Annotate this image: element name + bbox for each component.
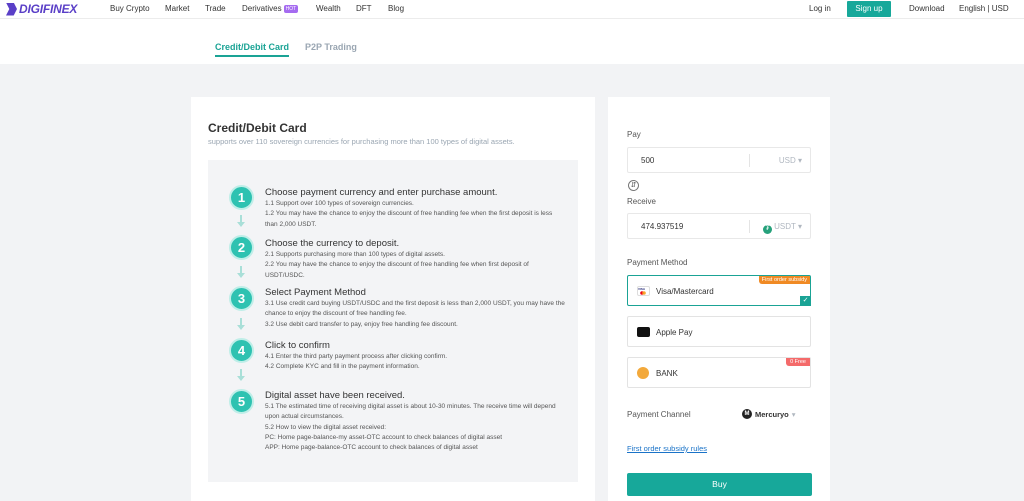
buy-button[interactable]: Buy bbox=[627, 473, 812, 496]
pay-field[interactable]: 500 USD ▾ bbox=[627, 147, 811, 173]
step-4-title: Click to confirm bbox=[265, 340, 330, 351]
visa-mastercard-icon: VISA bbox=[637, 286, 650, 296]
payment-method-apple-pay[interactable]: Apple Pay bbox=[627, 316, 811, 347]
nav-derivatives-label: Derivatives bbox=[242, 4, 282, 13]
steps-panel: 1 Choose payment currency and enter purc… bbox=[208, 160, 578, 482]
step-2-desc-line: 2.1 Supports purchasing more than 100 ty… bbox=[265, 251, 445, 258]
payment-channel-select[interactable]: M Mercuryo ▾ bbox=[742, 409, 796, 419]
step-1-desc: 1.1 Support over 100 types of sovereign … bbox=[265, 199, 565, 230]
first-order-subsidy-badge: First order subsidy bbox=[758, 276, 810, 284]
payment-method-label: Payment Method bbox=[627, 258, 688, 267]
step-1-desc-line: 1.1 Support over 100 types of sovereign … bbox=[265, 200, 414, 207]
hot-badge: HOT bbox=[283, 4, 299, 13]
step-4-number: 4 bbox=[229, 338, 254, 363]
tab-p2p-trading[interactable]: P2P Trading bbox=[305, 42, 357, 52]
chevron-down-icon: ▾ bbox=[791, 409, 796, 419]
step-1-desc-line: 1.2 You may have the chance to enjoy the… bbox=[265, 210, 553, 228]
payment-method-name: Apple Pay bbox=[656, 328, 693, 337]
nav-trade[interactable]: Trade bbox=[205, 4, 226, 13]
logo-icon bbox=[6, 2, 17, 16]
step-5-desc-line: APP: Home page-balance-OTC account to ch… bbox=[265, 444, 478, 452]
step-3-desc-line: 3.1 Use credit card buying USDT/USDC and… bbox=[265, 300, 565, 318]
step-5-title: Digital asset have been received. bbox=[265, 390, 405, 401]
swap-icon[interactable]: ⇵ bbox=[628, 180, 639, 191]
usdt-icon: ₮ bbox=[763, 225, 773, 234]
step-3-number: 3 bbox=[229, 286, 254, 311]
step-3-desc-line: 3.2 Use debit card transfer to pay, enjo… bbox=[265, 320, 458, 328]
step-4-desc: 4.1 Enter the third party payment proces… bbox=[265, 352, 565, 373]
step-5-desc-line: 5.2 How to view the digital asset receiv… bbox=[265, 423, 387, 431]
payment-method-name: BANK bbox=[656, 369, 678, 378]
info-title: Credit/Debit Card bbox=[208, 121, 307, 135]
download-link[interactable]: Download bbox=[909, 4, 945, 13]
arrow-down-icon bbox=[237, 266, 246, 280]
pay-label: Pay bbox=[627, 130, 641, 139]
zero-fee-badge: 0 Free bbox=[786, 358, 810, 366]
payment-channel-value: Mercuryo bbox=[755, 409, 789, 419]
pay-amount-input[interactable]: 500 bbox=[641, 156, 654, 165]
step-2-desc: 2.1 Supports purchasing more than 100 ty… bbox=[265, 250, 565, 281]
nav-buy-crypto[interactable]: Buy Crypto bbox=[110, 4, 150, 13]
step-2-desc-line: 2.2 You may have the chance to enjoy the… bbox=[265, 261, 529, 279]
nav-wealth[interactable]: Wealth bbox=[316, 4, 341, 13]
tab-credit-debit-card[interactable]: Credit/Debit Card bbox=[215, 42, 290, 57]
info-card: Credit/Debit Card supports over 110 sove… bbox=[191, 97, 595, 501]
step-2-number: 2 bbox=[229, 235, 254, 260]
step-1-title: Choose payment currency and enter purcha… bbox=[265, 187, 498, 198]
field-divider bbox=[749, 154, 750, 167]
chevron-down-icon: ▾ bbox=[797, 156, 802, 165]
arrow-down-icon bbox=[237, 215, 246, 229]
top-nav: DIGIFINEX Buy Crypto Market Trade Deriva… bbox=[0, 0, 1024, 19]
nav-dft[interactable]: DFT bbox=[356, 4, 372, 13]
payment-method-bank[interactable]: BANK 0 Free bbox=[627, 357, 811, 388]
logo-text: DIGIFINEX bbox=[19, 2, 78, 16]
pay-currency-select[interactable]: USD ▾ bbox=[779, 156, 802, 165]
step-4-desc-line: 4.1 Enter the third party payment proces… bbox=[265, 353, 448, 360]
pay-currency-label: USD bbox=[778, 156, 796, 165]
step-2-title: Choose the currency to deposit. bbox=[265, 238, 400, 249]
payment-channel-label: Payment Channel bbox=[627, 410, 691, 419]
step-1-number: 1 bbox=[229, 185, 254, 210]
bank-icon bbox=[637, 367, 649, 379]
step-3-desc: 3.1 Use credit card buying USDT/USDC and… bbox=[265, 299, 565, 330]
language-currency-selector[interactable]: English | USD bbox=[959, 4, 1009, 13]
nav-blog[interactable]: Blog bbox=[388, 4, 404, 13]
receive-currency-label: USDT bbox=[774, 222, 796, 231]
digifinex-logo[interactable]: DIGIFINEX bbox=[6, 2, 77, 16]
first-order-subsidy-rules-link[interactable]: First order subsidy rules bbox=[627, 444, 707, 453]
checkmark-icon: ✓ bbox=[800, 296, 811, 306]
step-3-title: Select Payment Method bbox=[265, 287, 366, 298]
receive-label: Receive bbox=[627, 197, 656, 206]
nav-market[interactable]: Market bbox=[165, 4, 189, 13]
arrow-down-icon bbox=[237, 369, 246, 383]
apple-pay-icon bbox=[637, 327, 650, 337]
svg-text:VISA: VISA bbox=[638, 287, 646, 291]
mercuryo-logo-icon: M bbox=[742, 409, 752, 419]
receive-field[interactable]: 474.937519 ₮ USDT ▾ bbox=[627, 213, 811, 239]
info-subtitle: supports over 110 sovereign currencies f… bbox=[208, 137, 515, 146]
step-5-desc-line: 5.1 The estimated time of receiving digi… bbox=[265, 403, 556, 421]
receive-amount-input[interactable]: 474.937519 bbox=[641, 222, 683, 231]
sub-nav bbox=[0, 19, 1024, 64]
payment-method-name: Visa/Mastercard bbox=[656, 287, 714, 296]
nav-derivatives[interactable]: Derivatives HOT bbox=[242, 4, 299, 13]
purchase-form: Pay 500 USD ▾ ⇵ Receive 474.937519 ₮ USDT… bbox=[608, 97, 830, 501]
login-link[interactable]: Log in bbox=[809, 4, 831, 13]
receive-currency-select[interactable]: ₮ USDT ▾ bbox=[763, 222, 802, 234]
payment-method-visa-mastercard[interactable]: VISA Visa/Mastercard First order subsidy… bbox=[627, 275, 811, 306]
step-5-number: 5 bbox=[229, 389, 254, 414]
field-divider bbox=[749, 220, 750, 233]
step-5-desc: 5.1 The estimated time of receiving digi… bbox=[265, 402, 565, 453]
chevron-down-icon: ▾ bbox=[797, 222, 802, 231]
step-5-desc-line: PC: Home page-balance-my asset-OTC accou… bbox=[265, 433, 503, 441]
arrow-down-icon bbox=[237, 318, 246, 332]
step-4-desc-line: 4.2 Complete KYC and fill in the payment… bbox=[265, 363, 420, 371]
signup-button[interactable]: Sign up bbox=[847, 1, 891, 17]
